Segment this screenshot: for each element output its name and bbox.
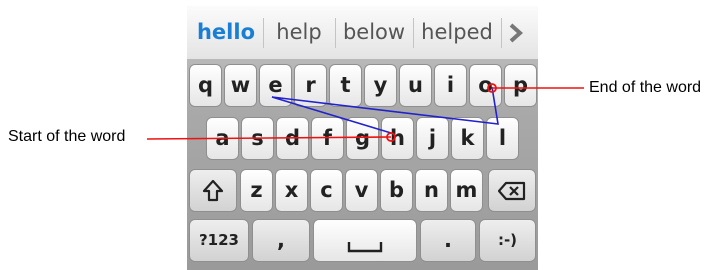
smiley-key[interactable]: :-) <box>479 219 536 262</box>
key-c[interactable]: c <box>310 169 343 212</box>
period-key[interactable]: . <box>420 219 476 262</box>
key-r[interactable]: r <box>294 64 327 107</box>
key-m[interactable]: m <box>450 169 483 212</box>
key-s[interactable]: s <box>241 117 274 160</box>
suggestion-item[interactable]: helped <box>415 6 499 59</box>
key-z[interactable]: z <box>240 169 273 212</box>
key-o[interactable]: o <box>469 64 502 107</box>
suggestion-item[interactable]: below <box>337 6 411 59</box>
key-e[interactable]: e <box>259 64 292 107</box>
key-y[interactable]: y <box>364 64 397 107</box>
key-b[interactable]: b <box>380 169 413 212</box>
key-f[interactable]: f <box>311 117 344 160</box>
end-of-word-label: End of the word <box>589 79 702 96</box>
key-i[interactable]: i <box>434 64 467 107</box>
suggestion-divider <box>263 18 264 48</box>
key-l[interactable]: l <box>486 117 519 160</box>
suggestion-divider <box>501 18 502 48</box>
key-j[interactable]: j <box>416 117 449 160</box>
key-d[interactable]: d <box>276 117 309 160</box>
soft-keyboard: hello help below helped qwertyuiopasdfgh… <box>187 6 538 270</box>
backspace-key[interactable] <box>488 169 536 212</box>
key-u[interactable]: u <box>399 64 432 107</box>
key-v[interactable]: v <box>345 169 378 212</box>
backspace-icon <box>497 181 526 201</box>
start-of-word-label: Start of the word <box>8 128 126 145</box>
key-k[interactable]: k <box>451 117 484 160</box>
key-h[interactable]: h <box>381 117 414 160</box>
suggestion-divider <box>413 18 414 48</box>
key-w[interactable]: w <box>224 64 257 107</box>
shift-icon <box>202 179 224 202</box>
key-q[interactable]: q <box>189 64 222 107</box>
suggestion-item[interactable]: hello <box>191 6 261 59</box>
key-t[interactable]: t <box>329 64 362 107</box>
shift-key[interactable] <box>189 169 237 212</box>
key-g[interactable]: g <box>346 117 379 160</box>
key-p[interactable]: p <box>504 64 537 107</box>
key-a[interactable]: a <box>206 117 239 160</box>
comma-key[interactable]: , <box>252 219 310 262</box>
key-x[interactable]: x <box>275 169 308 212</box>
suggestion-item[interactable]: help <box>265 6 333 59</box>
numbers-key[interactable]: ?123 <box>189 219 249 262</box>
key-n[interactable]: n <box>415 169 448 212</box>
chevron-right-icon[interactable] <box>505 22 527 44</box>
space-key[interactable] <box>313 219 417 262</box>
suggestion-strip: hello help below helped <box>187 6 538 60</box>
suggestion-divider <box>335 18 336 48</box>
spacebar-icon <box>347 242 383 253</box>
